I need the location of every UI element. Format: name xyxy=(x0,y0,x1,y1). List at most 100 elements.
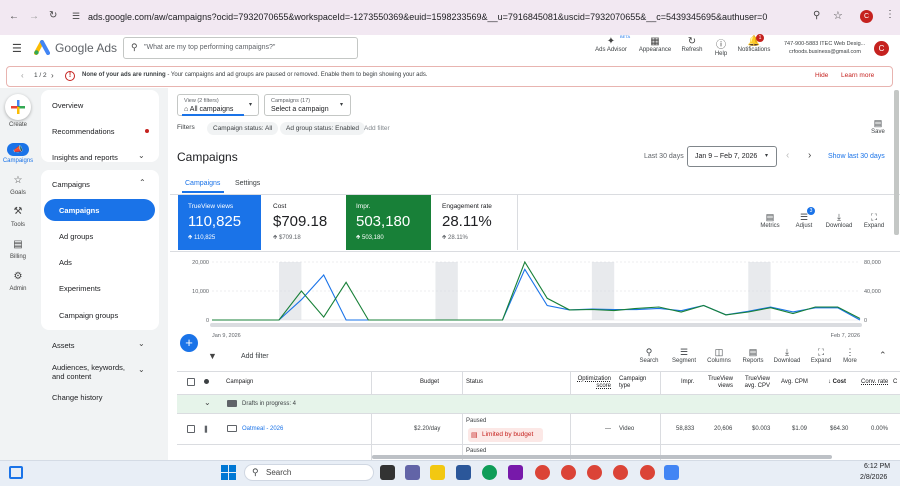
forward-icon[interactable]: → xyxy=(29,11,39,22)
store-icon[interactable] xyxy=(508,465,523,480)
campaign-select[interactable]: Campaigns (17) Select a campaign ▾ xyxy=(264,94,351,116)
segment-button[interactable]: ☰ Segment xyxy=(670,347,698,364)
windows-start-icon[interactable] xyxy=(221,465,236,480)
site-info-icon[interactable]: ☰ xyxy=(72,11,82,21)
col-impr[interactable]: Impr. xyxy=(681,379,694,385)
chrome-icon[interactable] xyxy=(535,465,550,480)
hide-link[interactable]: Hide xyxy=(815,72,828,79)
reload-icon[interactable]: ↻ xyxy=(49,10,59,21)
taskbar-search[interactable]: ⚲ Search xyxy=(244,464,374,481)
snipping-tool-icon[interactable] xyxy=(664,465,679,480)
view-filter-select[interactable]: View (2 filters) ⌂ All campaigns ▾ xyxy=(177,94,259,116)
chrome-profile-icon[interactable] xyxy=(640,465,655,480)
tab-campaigns[interactable]: Campaigns xyxy=(185,180,220,187)
edge-icon[interactable] xyxy=(482,465,497,480)
columns-button[interactable]: ◫ Columns xyxy=(705,347,733,364)
trophy-icon[interactable]: ☆ xyxy=(0,175,36,186)
table-add-filter[interactable]: Add filter xyxy=(241,353,269,360)
rail-campaigns-label[interactable]: Campaigns xyxy=(0,158,36,164)
col-campaign-type[interactable]: Campaign type xyxy=(619,376,651,390)
nav-change-history[interactable]: Change history xyxy=(52,393,102,402)
select-all-checkbox[interactable] xyxy=(187,378,195,386)
rail-goals-label[interactable]: Goals xyxy=(0,190,36,196)
appearance-button[interactable]: ▦ Appearance xyxy=(637,36,673,53)
search-input[interactable]: ⚲ "What are my top performing campaigns?… xyxy=(123,37,358,59)
chart-expand-button[interactable]: ⛶ Expand xyxy=(862,212,886,229)
profile-avatar[interactable]: C xyxy=(860,10,873,23)
campaigns-chevron-up-icon[interactable]: ⌃ xyxy=(139,178,146,187)
tab-settings[interactable]: Settings xyxy=(235,180,260,187)
next-alert-icon[interactable]: › xyxy=(51,71,54,80)
chrome-profile-icon[interactable] xyxy=(587,465,602,480)
filter-chip-adgroup-status[interactable]: Ad group status: Enabled xyxy=(280,122,365,135)
taskbar-time[interactable]: 6:12 PM xyxy=(864,463,890,470)
insights-chevron-down-icon[interactable]: ⌄ xyxy=(138,151,145,160)
notifications-button[interactable]: 🔔 Notifications xyxy=(735,36,773,53)
add-campaign-button[interactable]: + xyxy=(180,334,198,352)
browser-menu-icon[interactable]: ⋮ xyxy=(885,9,895,20)
col-budget[interactable]: Budget xyxy=(420,379,439,385)
create-button[interactable] xyxy=(5,94,31,120)
file-explorer-icon[interactable] xyxy=(430,465,445,480)
metric-tile-impressions[interactable]: Impr. 503,180 🡹 503,180 xyxy=(346,195,431,250)
help-button[interactable]: ⓘ Help xyxy=(710,36,732,57)
limited-by-budget-badge[interactable]: ▤ Limited by budget xyxy=(468,428,543,442)
campaign-name-link[interactable]: Oatmeal - 2026 xyxy=(242,426,283,432)
campaigns-rail-icon[interactable]: 📣 xyxy=(7,143,29,156)
nav-ad-groups[interactable]: Ad groups xyxy=(59,232,93,241)
wrench-icon[interactable]: ⚒ xyxy=(0,206,36,217)
filter-chip-campaign-status[interactable]: Campaign status: All xyxy=(207,122,279,135)
table-download-button[interactable]: ⤓ Download xyxy=(771,347,803,364)
rail-billing-label[interactable]: Billing xyxy=(0,254,36,260)
account-avatar[interactable]: C xyxy=(874,41,889,56)
add-filter-link[interactable]: Add filter xyxy=(364,125,390,132)
taskview-icon[interactable] xyxy=(380,465,395,480)
chrome-profile-icon[interactable] xyxy=(561,465,576,480)
bookmark-star-icon[interactable]: ☆ xyxy=(833,9,843,22)
chart-download-button[interactable]: ⤓ Download xyxy=(825,212,853,229)
nav-campaigns-sub[interactable]: Campaigns xyxy=(59,206,99,215)
nav-campaign-groups[interactable]: Campaign groups xyxy=(59,311,118,320)
col-conv-rate[interactable]: Conv. rate xyxy=(861,379,888,385)
chrome-profile-icon[interactable] xyxy=(613,465,628,480)
prev-range-icon[interactable]: ‹ xyxy=(786,150,789,161)
metric-tile-engagement[interactable]: Engagement rate 28.11% 🡹 28.11% xyxy=(432,195,518,250)
horizontal-scrollbar[interactable] xyxy=(372,455,832,459)
show-last-30-link[interactable]: Show last 30 days xyxy=(828,153,885,160)
refresh-button[interactable]: ↻ Refresh xyxy=(678,36,706,53)
nav-insights[interactable]: Insights and reports xyxy=(52,153,118,162)
assets-chevron-down-icon[interactable]: ⌄ xyxy=(138,339,145,348)
learn-more-link[interactable]: Learn more xyxy=(841,72,874,79)
col-status[interactable]: Status xyxy=(466,379,483,385)
metric-tile-cost[interactable]: Cost $709.18 🡹 $709.18 xyxy=(263,195,345,250)
filter-funnel-icon[interactable]: ▼ xyxy=(208,351,217,361)
audiences-chevron-down-icon[interactable]: ⌄ xyxy=(138,365,145,374)
next-range-icon[interactable]: › xyxy=(808,150,811,161)
table-search-button[interactable]: ⚲ Search xyxy=(638,347,660,364)
admin-gear-icon[interactable]: ⚙ xyxy=(0,271,36,282)
table-expand-button[interactable]: ⛶ Expand xyxy=(808,347,834,364)
col-cost[interactable]: ↓ Cost xyxy=(828,379,846,385)
address-bar[interactable]: ads.google.com/aw/campaigns?ocid=7932070… xyxy=(88,12,767,22)
credit-card-icon[interactable]: ▤ xyxy=(0,239,36,250)
save-button[interactable]: ▤ Save xyxy=(866,118,890,135)
nav-experiments[interactable]: Experiments xyxy=(59,284,101,293)
col-optimization[interactable]: Optimization score xyxy=(575,376,611,390)
main-menu-icon[interactable]: ☰ xyxy=(12,42,22,55)
app-icon[interactable] xyxy=(456,465,471,480)
vertical-scrollbar[interactable] xyxy=(894,90,899,235)
widgets-icon[interactable] xyxy=(9,466,23,479)
chart-metrics-button[interactable]: ▤ Metrics xyxy=(758,212,782,229)
nav-audiences[interactable]: Audiences, keywords, and content xyxy=(52,363,138,381)
back-icon[interactable]: ← xyxy=(9,11,19,22)
row-checkbox[interactable] xyxy=(187,425,195,433)
nav-recommendations[interactable]: Recommendations xyxy=(52,127,115,136)
nav-campaigns-section[interactable]: Campaigns xyxy=(52,180,90,189)
nav-assets[interactable]: Assets xyxy=(52,341,75,350)
collapse-chevron-up-icon[interactable]: ⌃ xyxy=(879,350,887,361)
taskbar-date[interactable]: 2/8/2026 xyxy=(860,474,887,481)
teams-icon[interactable] xyxy=(405,465,420,480)
col-cpv[interactable]: TrueView avg. CPV xyxy=(742,376,770,390)
metric-tile-views[interactable]: TrueView views 110,825 🡹 110,825 xyxy=(178,195,261,250)
rail-tools-label[interactable]: Tools xyxy=(0,222,36,228)
